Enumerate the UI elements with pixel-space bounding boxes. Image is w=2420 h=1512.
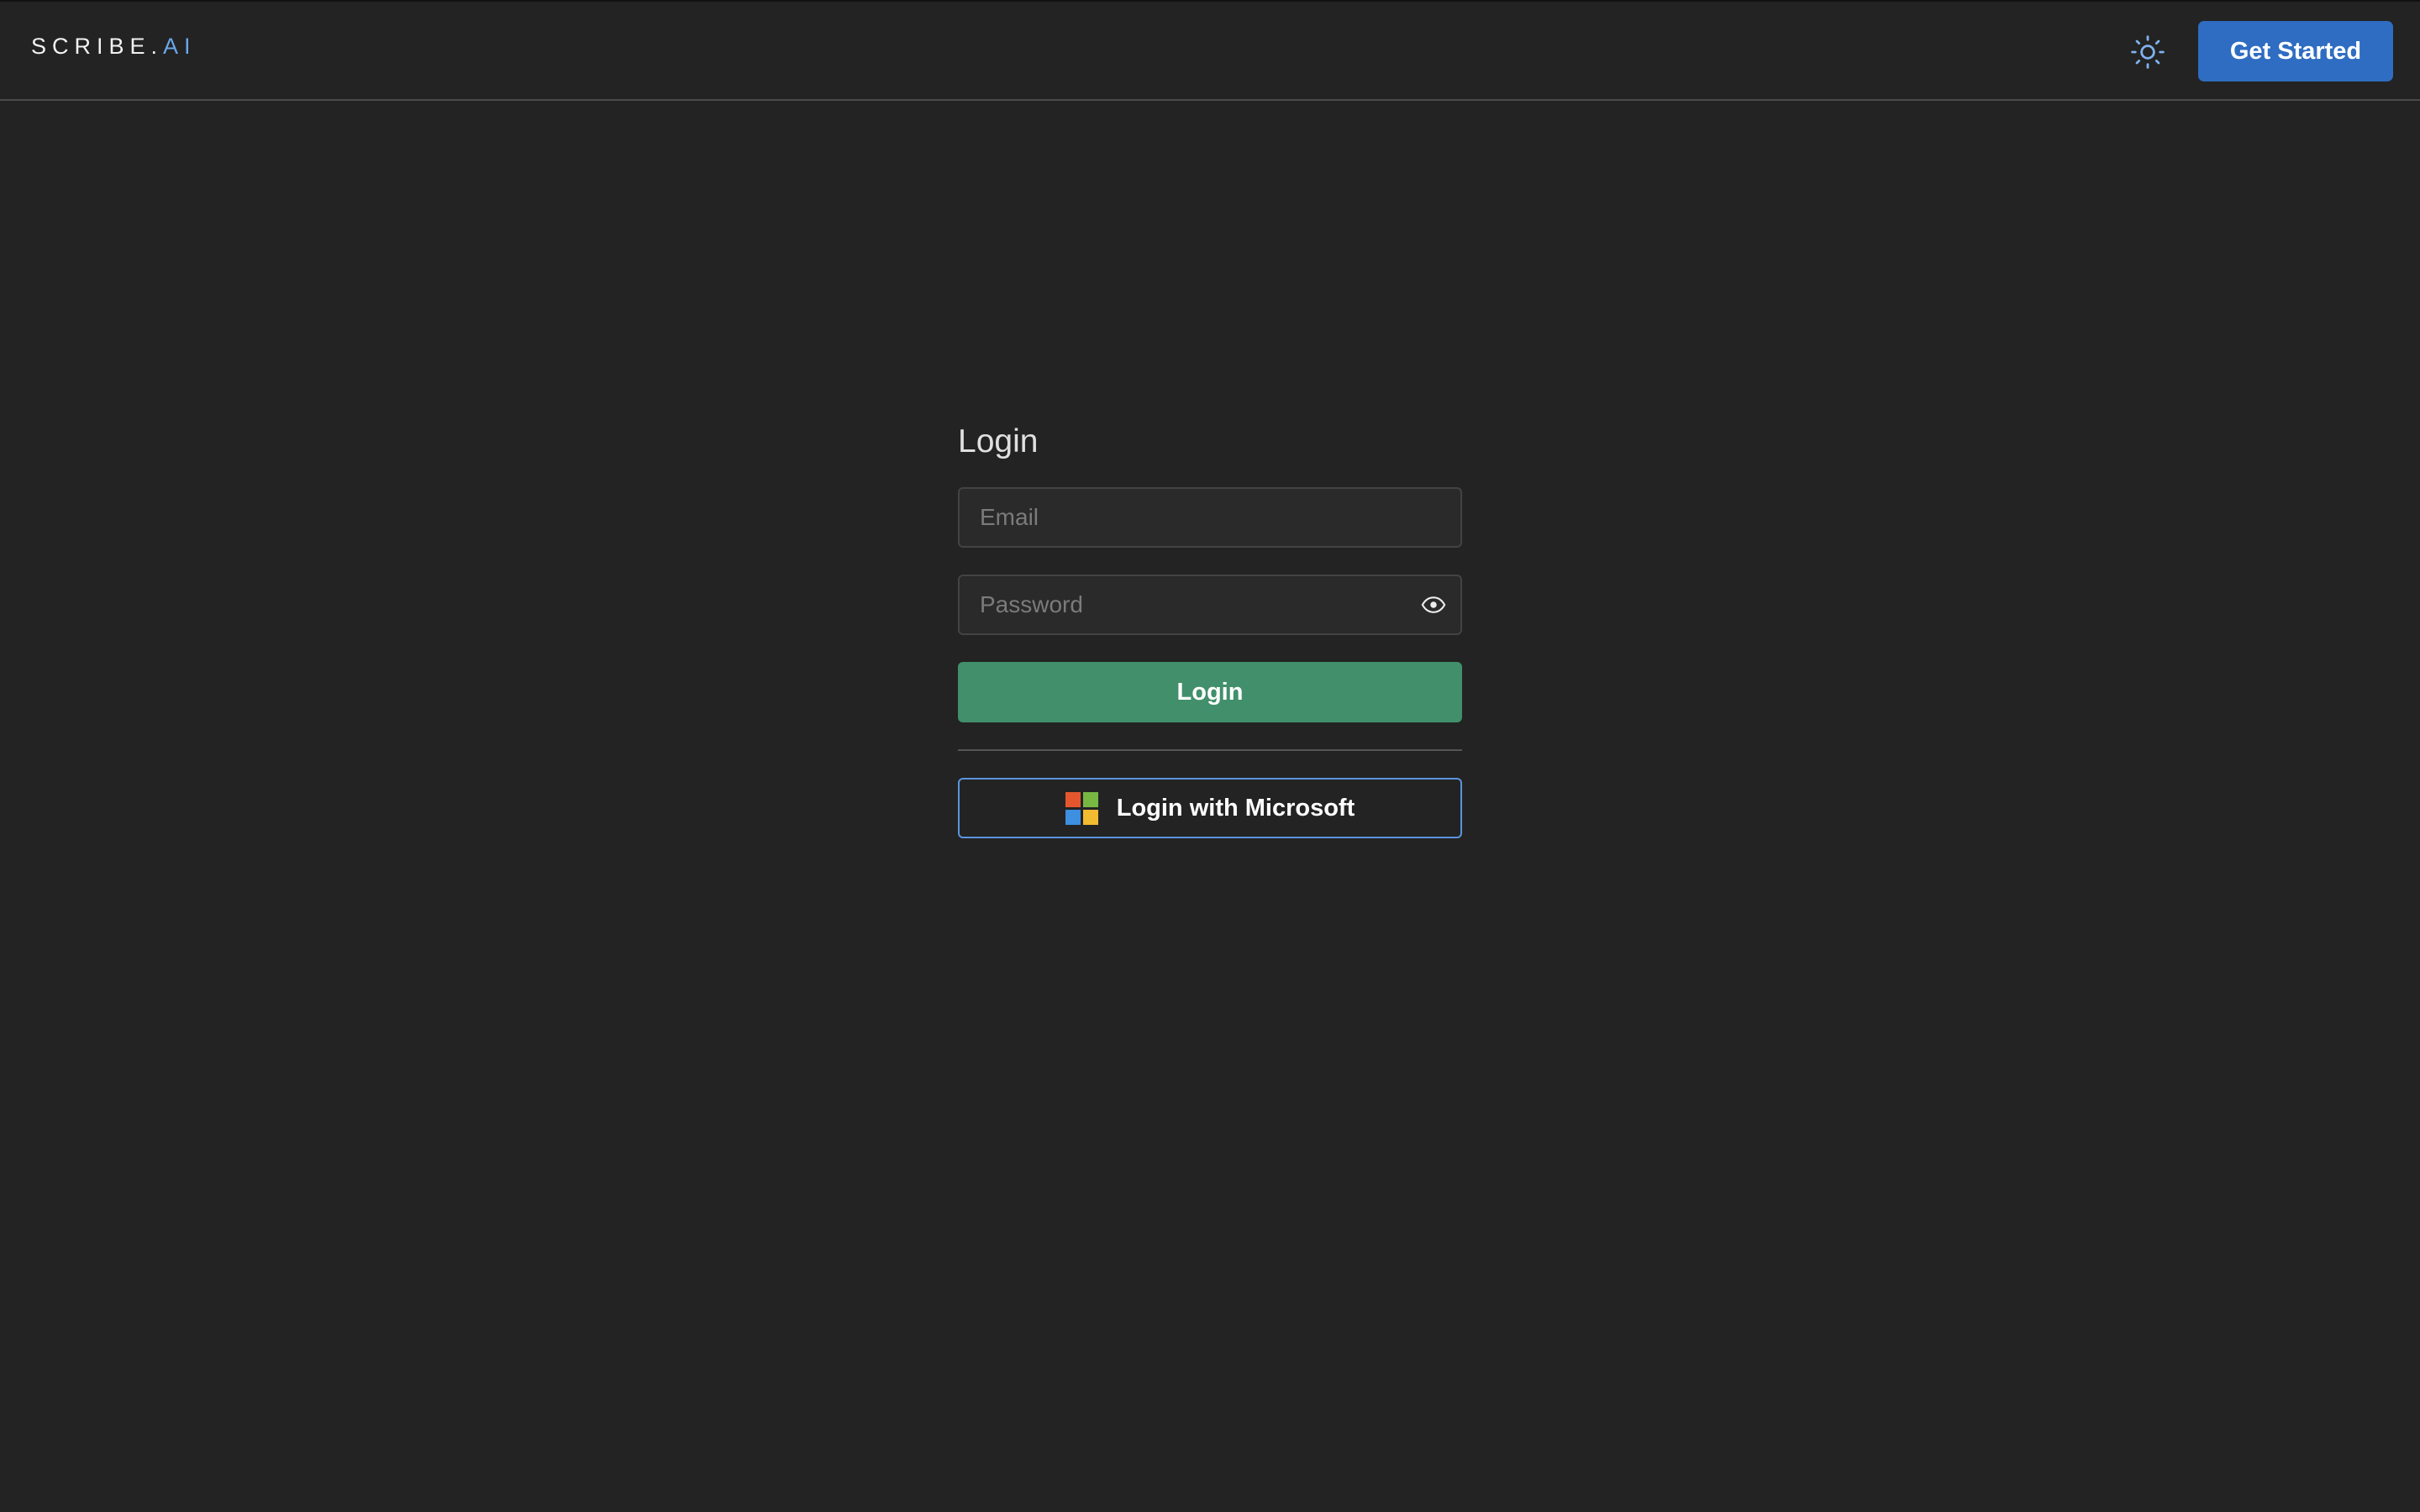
password-field-wrapper [958,575,1462,635]
show-password-toggle[interactable] [1420,593,1447,617]
microsoft-button-label: Login with Microsoft [1116,794,1355,822]
top-navbar: SCRIBE.AI Get Started [0,0,2420,101]
email-field-wrapper [958,487,1462,548]
sun-icon [2131,35,2165,69]
logo-text-accent: AI [163,34,197,59]
theme-toggle-button[interactable] [2129,34,2166,71]
get-started-button[interactable]: Get Started [2198,21,2393,81]
ms-logo-yellow-square [1082,809,1098,825]
login-title: Login [958,423,1039,459]
email-input[interactable] [958,487,1462,548]
login-with-microsoft-button[interactable]: Login with Microsoft [958,778,1462,838]
logo-text-main: SCRIBE. [31,34,164,59]
login-button[interactable]: Login [958,662,1462,722]
password-input[interactable] [958,575,1462,635]
ms-logo-blue-square [1065,809,1081,825]
eye-icon [1421,596,1446,613]
ms-logo-red-square [1065,791,1081,807]
login-form: Login Login Login with Microsoft [958,412,1462,838]
microsoft-logo-icon [1065,791,1098,825]
ms-logo-green-square [1082,791,1098,807]
divider [958,749,1462,751]
app-logo[interactable]: SCRIBE.AI [31,34,197,60]
